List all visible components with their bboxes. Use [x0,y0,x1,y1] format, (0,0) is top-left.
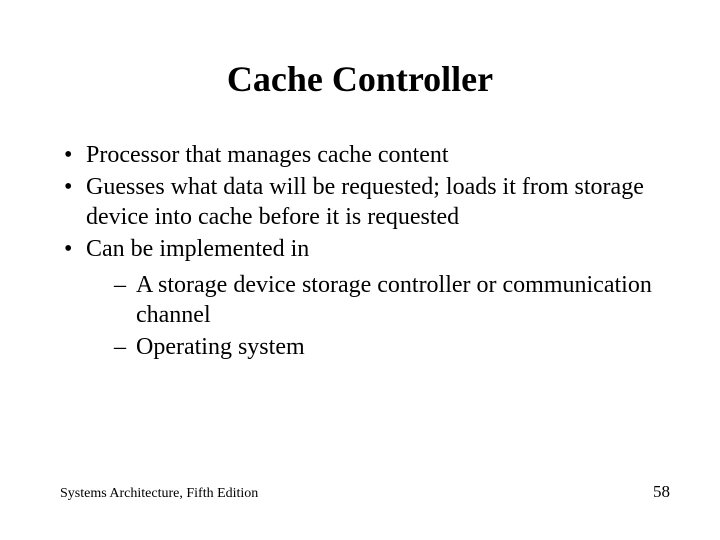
bullet-item: Processor that manages cache content [60,140,670,170]
bullet-item: Guesses what data will be requested; loa… [60,172,670,232]
page-number: 58 [653,482,670,502]
slide-footer: Systems Architecture, Fifth Edition 58 [60,482,670,502]
slide-content: Processor that manages cache content Gue… [0,140,720,362]
bullet-item: Can be implemented in [60,234,670,264]
sub-bullet-item: Operating system [114,332,670,362]
sub-bullet-item: A storage device storage controller or c… [114,270,670,330]
footer-source: Systems Architecture, Fifth Edition [60,486,258,502]
bullet-list: Processor that manages cache content Gue… [60,140,670,264]
sub-bullet-list: A storage device storage controller or c… [60,270,670,362]
slide-title: Cache Controller [0,0,720,140]
